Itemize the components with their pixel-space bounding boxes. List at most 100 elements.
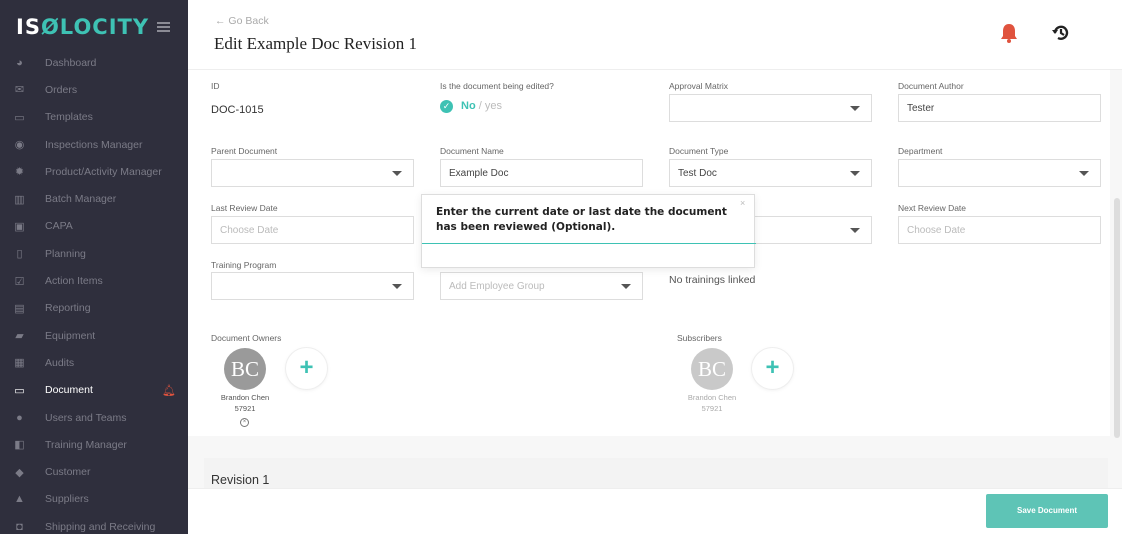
parent-document-label: Parent Document [211,146,278,156]
document-name-value: Example Doc [449,167,509,179]
document-name-field[interactable]: Example Doc [440,159,643,187]
department-label: Department [898,146,943,156]
sidebar-item-templates[interactable]: ▭ Templates [0,104,188,131]
record-icon: ◉ [14,139,25,152]
page-header: ← Go Back Edit Example Doc Revision 1 [188,0,1122,70]
id-value: DOC-1015 [211,104,264,116]
go-back-link[interactable]: ← Go Back [215,15,269,27]
subscriber-name: Brandon Chen [687,393,737,402]
editing-yes-option[interactable]: yes [485,100,502,112]
dashboard-icon: ◕ [16,56,23,69]
document-author-field[interactable]: Tester [898,94,1101,122]
sidebar-item-label: Audits [45,356,75,369]
footer-bar [188,488,1122,534]
sidebar-item-orders[interactable]: ✉ Orders [0,76,188,103]
next-review-date-placeholder: Choose Date [907,224,966,236]
sidebar-item-training-manager[interactable]: ◧ Training Manager [0,431,188,458]
editing-toggle[interactable]: ✓ No / yes [440,100,502,113]
sidebar-nav: ◕ Dashboard ✉ Orders ▭ Templates ◉ Inspectio… [0,49,188,540]
add-subscriber-button[interactable]: + [752,348,793,389]
sidebar-item-document[interactable]: ▭ Document 🔔︎ [0,377,188,404]
editing-no-option[interactable]: No [461,100,476,112]
envelope-icon: ✉ [14,84,25,97]
chevron-down-icon [1079,171,1089,176]
sidebar-item-label: Dashboard [45,56,97,69]
training-program-select[interactable] [211,272,414,300]
avatar: BC [224,348,266,390]
app-logo[interactable]: ISØLOCITY [16,15,149,39]
sidebar-item-suppliers[interactable]: ▲ Suppliers [0,486,188,513]
scrollbar[interactable] [1114,198,1120,438]
sidebar-item-capa[interactable]: ▣ CAPA [0,213,188,240]
sidebar-item-label: Shipping and Receiving [45,520,156,533]
sidebar-item-planning[interactable]: ▯ Planning [0,240,188,267]
approval-matrix-select[interactable] [669,94,872,122]
sidebar-item-customer[interactable]: ◆ Customer [0,458,188,485]
sidebar-item-audits[interactable]: ▦ Audits [0,349,188,376]
owner-name: Brandon Chen [220,393,270,402]
document-type-label: Document Type [669,146,729,156]
image-icon: ▭ [14,111,25,124]
employee-group-select[interactable]: Add Employee Group [440,272,643,300]
sidebar-item-shipping-and-receiving[interactable]: ◘ Shipping and Receiving [0,513,188,540]
sidebar-item-label: Action Items [45,275,103,288]
tag-icon: ◆ [15,466,24,479]
hidden-select[interactable] [748,216,872,244]
sidebar-item-label: Templates [45,111,93,124]
sidebar-item-inspections-manager[interactable]: ◉ Inspections Manager [0,131,188,158]
no-trainings-text: No trainings linked [669,274,756,286]
checkbox-icon: ☑ [14,275,25,288]
save-document-button[interactable]: Save Document [986,494,1108,528]
editing-separator: / [475,100,485,112]
chevron-down-icon [392,171,402,176]
document-type-select[interactable]: Test Doc [669,159,872,187]
book-icon: ◧ [14,439,25,452]
avatar: BC [691,348,733,390]
sidebar: ISØLOCITY ◕ Dashboard ✉ Orders ▭ Templates … [0,0,188,534]
chevron-down-icon [850,171,860,176]
sidebar-item-users-and-teams[interactable]: ● Users and Teams [0,404,188,431]
history-icon[interactable] [1050,22,1072,44]
last-review-date-field[interactable]: Choose Date [211,216,414,244]
next-review-date-field[interactable]: Choose Date [898,216,1101,244]
file-icon: ▦ [14,357,25,370]
last-review-date-placeholder: Choose Date [220,224,279,236]
department-select[interactable] [898,159,1101,187]
editing-label: Is the document being edited? [440,81,554,91]
chart-icon: ▤ [14,302,25,315]
sidebar-item-batch-manager[interactable]: ▥ Batch Manager [0,185,188,212]
tooltip: Enter the current date or last date the … [421,194,756,268]
close-icon[interactable]: × [740,198,745,208]
sidebar-item-product-activity-manager[interactable]: ✹ Product/Activity Manager [0,158,188,185]
add-owner-button[interactable]: + [286,348,327,389]
training-program-label: Training Program [211,260,277,270]
parent-document-select[interactable] [211,159,414,187]
sidebar-item-dashboard[interactable]: ◕ Dashboard [0,49,188,76]
tooltip-divider [422,243,756,244]
sidebar-item-label: Planning [45,247,86,260]
document-author-value: Tester [907,102,935,114]
sidebar-item-equipment[interactable]: ▰ Equipment [0,322,188,349]
check-circle-icon: ✓ [440,100,453,113]
sidebar-item-label: Document [45,384,93,397]
logo-text: IS [16,15,41,39]
truck-icon: ▰ [15,330,24,343]
employee-group-placeholder: Add Employee Group [449,280,545,292]
menu-toggle-icon[interactable] [157,22,170,32]
chevron-down-icon [850,106,860,111]
last-review-date-label: Last Review Date [211,203,278,213]
bell-icon[interactable] [998,22,1020,44]
sidebar-item-label: Customer [45,466,91,479]
gear-icon: ✹ [14,166,25,179]
id-label: ID [211,81,220,91]
notification-bell-icon: 🔔︎ [162,384,176,397]
remove-owner-icon[interactable]: × [240,418,249,427]
barcode-icon: ▥ [14,193,25,206]
document-type-value: Test Doc [678,167,717,179]
sidebar-item-label: Orders [45,83,78,96]
document-owners-label: Document Owners [211,333,282,343]
sidebar-item-reporting[interactable]: ▤ Reporting [0,295,188,322]
sidebar-item-action-items[interactable]: ☑ Action Items [0,267,188,294]
sidebar-item-label: Inspections Manager [45,138,143,151]
document-author-label: Document Author [898,81,964,91]
